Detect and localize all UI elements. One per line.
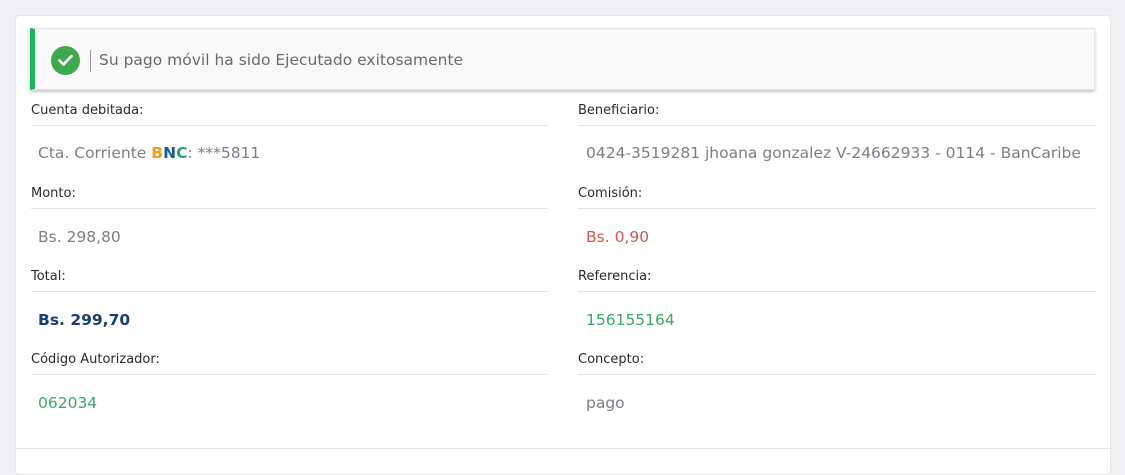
monto-value: Bs. 298,80 (38, 228, 121, 246)
divider (31, 374, 548, 375)
card-footer-divider (16, 448, 1112, 449)
divider (578, 291, 1096, 292)
codigo-autorizador-label: Código Autorizador: (31, 352, 160, 367)
payment-receipt-card: Su pago móvil ha sido Ejecutado exitosam… (15, 15, 1112, 475)
beneficiario-label: Beneficiario: (578, 103, 660, 118)
concepto-label: Concepto: (578, 352, 645, 367)
monto-label: Monto: (31, 186, 76, 201)
cuenta-debitada-value: Cta. Corriente BNC: ***5811 (38, 144, 260, 162)
divider (578, 208, 1096, 209)
check-circle-icon (51, 46, 80, 75)
bnc-logo-n: N (163, 144, 177, 162)
referencia-value: 156155164 (586, 311, 675, 329)
alert-message: Su pago móvil ha sido Ejecutado exitosam… (99, 51, 464, 69)
divider (31, 125, 548, 126)
referencia-label: Referencia: (578, 269, 652, 284)
comision-label: Comisión: (578, 186, 643, 201)
beneficiario-value: 0424-3519281 jhoana gonzalez V-24662933 … (586, 144, 1081, 162)
divider (31, 208, 548, 209)
total-value: Bs. 299,70 (38, 311, 131, 329)
bnc-logo-c: C (176, 144, 188, 162)
total-label: Total: (31, 269, 66, 284)
comision-value: Bs. 0,90 (586, 228, 650, 246)
divider (578, 125, 1096, 126)
codigo-autorizador-value: 062034 (38, 394, 98, 412)
alert-separator (90, 50, 91, 72)
account-number-masked: : ***5811 (187, 144, 261, 162)
account-type-text: Cta. Corriente (38, 144, 152, 162)
bnc-logo-b: B (151, 144, 164, 162)
divider (31, 291, 548, 292)
divider (578, 374, 1096, 375)
cuenta-debitada-label: Cuenta debitada: (31, 103, 144, 118)
concepto-value: pago (586, 394, 625, 412)
success-alert: Su pago móvil ha sido Ejecutado exitosam… (30, 28, 1095, 90)
